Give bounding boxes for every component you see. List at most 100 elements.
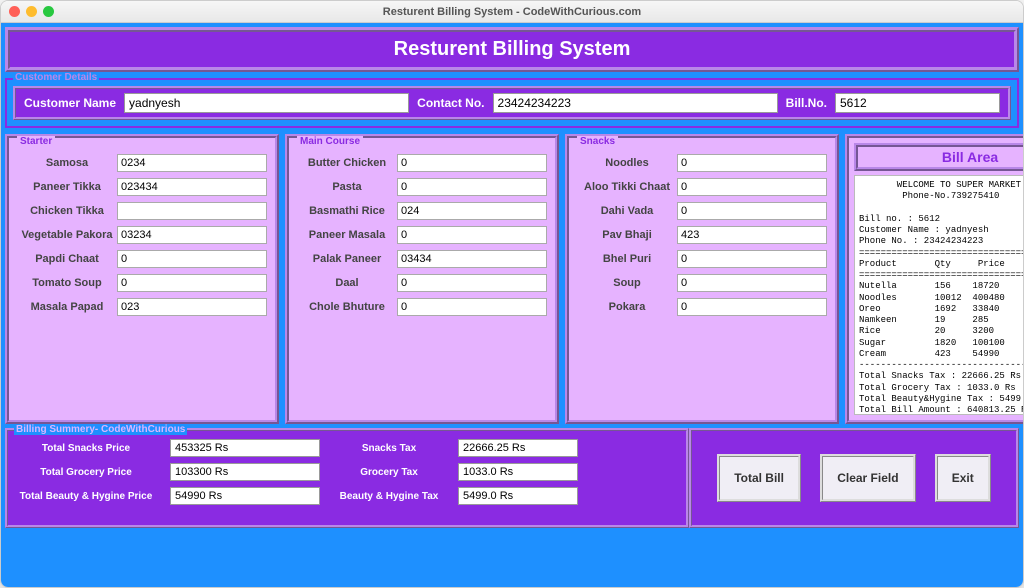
billno-label: Bill.No. (786, 96, 827, 110)
billing-summary: Billing Summery- CodeWithCurious Total S… (5, 428, 689, 528)
summary-tax-label: Beauty & Hygine Tax (334, 491, 444, 502)
item-row: Samosa (17, 154, 267, 172)
summary-label: Total Beauty & Hygine Price (16, 491, 156, 502)
item-row: Soup (577, 274, 827, 292)
item-row: Aloo Tikki Chaat (577, 178, 827, 196)
window-titlebar: Resturent Billing System - CodeWithCurio… (1, 1, 1023, 23)
starter-item-input[interactable] (117, 250, 267, 268)
starter-item-input[interactable] (117, 154, 267, 172)
summary-tax-value[interactable] (458, 463, 578, 481)
main-item-label: Butter Chicken (297, 157, 397, 169)
customer-name-input[interactable] (124, 93, 409, 113)
summary-legend: Billing Summery- CodeWithCurious (14, 424, 187, 435)
item-row: Chole Bhuture (297, 298, 547, 316)
starter-item-input[interactable] (117, 178, 267, 196)
snacks-item-input[interactable] (677, 202, 827, 220)
main-course-column: Main Course Butter Chicken Pasta Basmathi … (285, 134, 559, 424)
snacks-item-label: Pav Bhaji (577, 229, 677, 241)
item-row: Vegetable Pakora (17, 226, 267, 244)
snacks-item-input[interactable] (677, 250, 827, 268)
starter-item-input[interactable] (117, 202, 267, 220)
item-row: Pokara (577, 298, 827, 316)
item-row: Paneer Masala (297, 226, 547, 244)
window-title: Resturent Billing System - CodeWithCurio… (1, 6, 1023, 18)
main-item-label: Paneer Masala (297, 229, 397, 241)
main-item-label: Palak Paneer (297, 253, 397, 265)
item-row: Chicken Tikka (17, 202, 267, 220)
starter-item-input[interactable] (117, 298, 267, 316)
starter-item-label: Paneer Tikka (17, 181, 117, 193)
item-row: Pav Bhaji (577, 226, 827, 244)
main-legend: Main Course (297, 136, 363, 147)
snacks-item-label: Noodles (577, 157, 677, 169)
item-row: Masala Papad (17, 298, 267, 316)
starter-column: Starter Samosa Paneer Tikka Chicken Tikka V… (5, 134, 279, 424)
summary-tax-value[interactable] (458, 439, 578, 457)
main-item-input[interactable] (397, 154, 547, 172)
snacks-item-input[interactable] (677, 274, 827, 292)
summary-label: Total Snacks Price (16, 443, 156, 454)
snacks-item-label: Soup (577, 277, 677, 289)
main-item-input[interactable] (397, 274, 547, 292)
starter-item-label: Vegetable Pakora (17, 229, 117, 241)
total-bill-button[interactable]: Total Bill (717, 454, 801, 502)
bill-area-column: Bill Area WELCOME TO SUPER MARKET Phone-… (845, 134, 1024, 424)
starter-item-label: Tomato Soup (17, 277, 117, 289)
item-row: Pasta (297, 178, 547, 196)
main-item-label: Daal (297, 277, 397, 289)
main-item-label: Chole Bhuture (297, 301, 397, 313)
snacks-item-label: Bhel Puri (577, 253, 677, 265)
item-row: Tomato Soup (17, 274, 267, 292)
customer-name-label: Customer Name (24, 96, 116, 110)
bill-area-header: Bill Area (854, 143, 1024, 171)
summary-tax-label: Snacks Tax (334, 443, 444, 454)
item-row: Palak Paneer (297, 250, 547, 268)
starter-item-label: Samosa (17, 157, 117, 169)
item-row: Noodles (577, 154, 827, 172)
item-row: Basmathi Rice (297, 202, 547, 220)
snacks-item-input[interactable] (677, 298, 827, 316)
snacks-item-label: Dahi Vada (577, 205, 677, 217)
item-row: Butter Chicken (297, 154, 547, 172)
snacks-item-input[interactable] (677, 178, 827, 196)
item-row: Bhel Puri (577, 250, 827, 268)
snacks-item-input[interactable] (677, 154, 827, 172)
main-item-input[interactable] (397, 298, 547, 316)
main-item-input[interactable] (397, 250, 547, 268)
contact-input[interactable] (493, 93, 778, 113)
starter-legend: Starter (17, 136, 55, 147)
snacks-column: Snacks Noodles Aloo Tikki Chaat Dahi Vada P… (565, 134, 839, 424)
summary-tax-value[interactable] (458, 487, 578, 505)
summary-value[interactable] (170, 463, 320, 481)
main-item-label: Basmathi Rice (297, 205, 397, 217)
snacks-item-label: Aloo Tikki Chaat (577, 181, 677, 193)
starter-item-input[interactable] (117, 274, 267, 292)
summary-value[interactable] (170, 487, 320, 505)
main-item-input[interactable] (397, 226, 547, 244)
item-row: Daal (297, 274, 547, 292)
summary-value[interactable] (170, 439, 320, 457)
main-item-input[interactable] (397, 178, 547, 196)
app-banner: Resturent Billing System (5, 27, 1019, 72)
starter-item-label: Papdi Chaat (17, 253, 117, 265)
snacks-legend: Snacks (577, 136, 618, 147)
summary-tax-label: Grocery Tax (334, 467, 444, 478)
starter-item-input[interactable] (117, 226, 267, 244)
item-row: Dahi Vada (577, 202, 827, 220)
main-item-label: Pasta (297, 181, 397, 193)
exit-button[interactable]: Exit (935, 454, 991, 502)
starter-item-label: Chicken Tikka (17, 205, 117, 217)
summary-label: Total Grocery Price (16, 467, 156, 478)
item-row: Paneer Tikka (17, 178, 267, 196)
billno-input[interactable] (835, 93, 1000, 113)
snacks-item-input[interactable] (677, 226, 827, 244)
customer-legend: Customer Details (13, 72, 99, 83)
starter-item-label: Masala Papad (17, 301, 117, 313)
bill-text-area[interactable]: WELCOME TO SUPER MARKET Phone-No.7392754… (854, 175, 1024, 415)
snacks-item-label: Pokara (577, 301, 677, 313)
main-item-input[interactable] (397, 202, 547, 220)
item-row: Papdi Chaat (17, 250, 267, 268)
contact-label: Contact No. (417, 96, 484, 110)
action-buttons: Total Bill Clear Field Exit (689, 428, 1019, 528)
clear-field-button[interactable]: Clear Field (820, 454, 915, 502)
